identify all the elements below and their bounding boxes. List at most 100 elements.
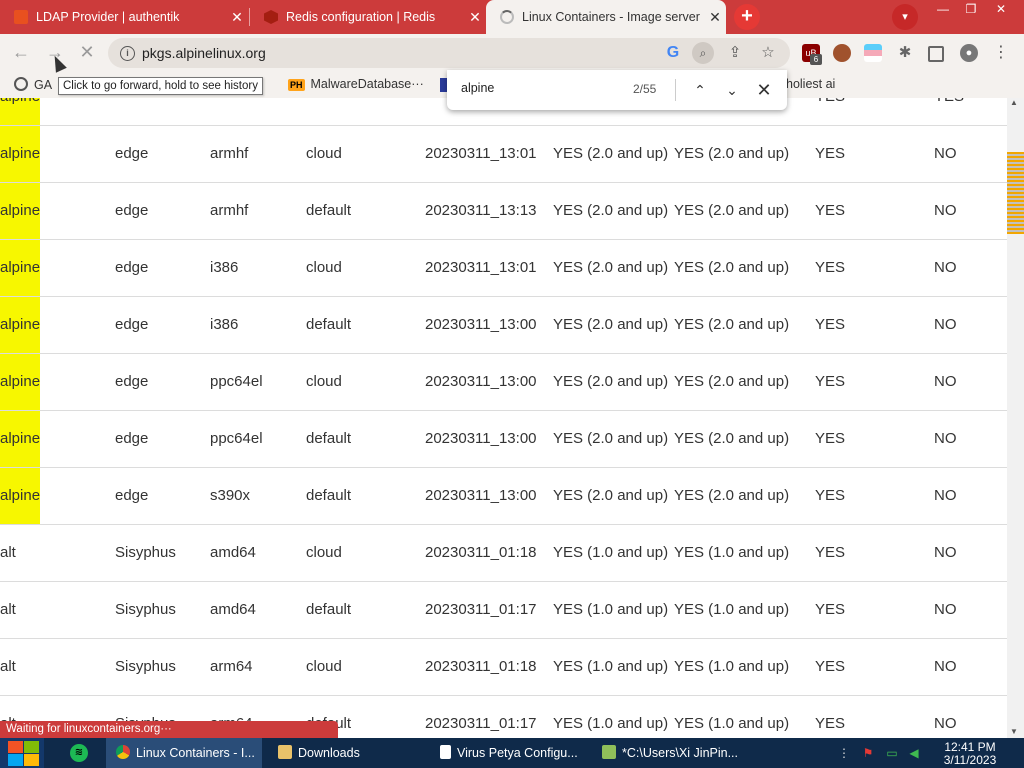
tray-overflow-icon[interactable]: ⋮ bbox=[836, 745, 852, 761]
browser-menu-icon[interactable]: ⋮ bbox=[992, 44, 1010, 62]
container-cell: YES (2.0 and up) bbox=[553, 487, 669, 504]
release-cell: edge bbox=[115, 373, 149, 390]
arch-cell: s390x bbox=[210, 487, 251, 504]
default-cell: NO bbox=[934, 430, 957, 447]
container-cell: YES (2.0 and up) bbox=[553, 145, 669, 162]
build-cell: 20230311_01:18 bbox=[425, 658, 537, 675]
vm-cell: YES (1.0 and up) bbox=[674, 544, 790, 561]
vm-cell: YES (2.0 and up) bbox=[674, 373, 790, 390]
find-previous-button[interactable]: ⌃ bbox=[689, 79, 711, 101]
container-cell: YES (1.0 and up) bbox=[553, 658, 669, 675]
taskbar-virus-petya-window[interactable]: Virus Petya Configu... bbox=[440, 738, 586, 768]
find-icon[interactable]: ⌕ bbox=[692, 42, 714, 64]
network-icon[interactable]: ▭ bbox=[884, 745, 900, 761]
table-row: alt Sisyphus amd64 default 20230311_01:17 YES… bbox=[0, 582, 1007, 639]
profile-avatar-icon[interactable]: ● bbox=[960, 44, 978, 62]
scroll-down-icon[interactable]: ▼ bbox=[1010, 727, 1018, 736]
variant-cell: default bbox=[306, 430, 352, 447]
site-info-icon[interactable]: i bbox=[120, 46, 135, 61]
extension-flag-icon[interactable] bbox=[864, 44, 882, 62]
tab-linux-containers[interactable]: Linux Containers - Image server ✕ bbox=[486, 0, 726, 34]
clock-time[interactable]: 12:41 PM bbox=[941, 740, 999, 754]
taskbar-chrome-window[interactable]: Linux Containers - I... bbox=[106, 738, 262, 768]
container-cell: YES (1.0 and up) bbox=[553, 544, 669, 561]
vm-cell: YES (2.0 and up) bbox=[674, 145, 790, 162]
taskbar-notepad-window[interactable]: *C:\Users\Xi JinPin... bbox=[602, 738, 742, 768]
bookmark-malware-database[interactable]: PH MalwareDatabase··· bbox=[288, 77, 424, 91]
cloud-cell: YES bbox=[815, 259, 846, 276]
vertical-scrollbar[interactable]: ▲ ▼ bbox=[1007, 98, 1024, 738]
tab-close-icon[interactable]: ✕ bbox=[226, 9, 248, 26]
side-panel-icon[interactable] bbox=[928, 46, 944, 62]
find-separator bbox=[675, 79, 676, 101]
find-next-button[interactable]: ⌄ bbox=[721, 79, 743, 101]
arch-cell: ppc64el bbox=[210, 373, 263, 390]
scroll-up-icon[interactable]: ▲ bbox=[1010, 98, 1018, 107]
find-close-button[interactable]: ✕ bbox=[753, 79, 775, 101]
bookmark-star-icon[interactable]: ☆ bbox=[758, 43, 778, 63]
release-cell: edge bbox=[115, 430, 149, 447]
os-cell: alt bbox=[0, 544, 16, 561]
find-match-count: 2/55 bbox=[633, 82, 657, 96]
folder-icon bbox=[278, 745, 292, 759]
ublock-count-badge: 6 bbox=[810, 54, 822, 65]
google-lens-icon[interactable]: G bbox=[663, 43, 683, 63]
clock-date[interactable]: 3/11/2023 bbox=[941, 753, 999, 767]
tab-close-icon[interactable]: ✕ bbox=[704, 9, 726, 26]
arch-cell: i386 bbox=[210, 259, 239, 276]
os-cell: alpine bbox=[0, 240, 41, 296]
default-cell: NO bbox=[934, 373, 957, 390]
os-cell: alt bbox=[0, 658, 16, 675]
find-match-markers bbox=[1007, 152, 1024, 234]
container-cell: YES (1.0 and up) bbox=[553, 601, 669, 618]
tab-close-icon[interactable]: ✕ bbox=[464, 9, 486, 26]
bookmark-ga[interactable]: GA bbox=[14, 77, 52, 92]
cell: YES bbox=[934, 98, 964, 125]
tab-search-button[interactable]: ▾ bbox=[892, 4, 918, 30]
variant-cell: default bbox=[306, 202, 352, 219]
url-text[interactable]: pkgs.alpinelinux.org bbox=[142, 45, 266, 61]
default-cell: NO bbox=[934, 316, 957, 333]
cloud-cell: YES bbox=[815, 145, 846, 162]
vm-cell: YES (1.0 and up) bbox=[674, 715, 790, 732]
variant-cell: cloud bbox=[306, 658, 342, 675]
stop-loading-button[interactable]: ✕ bbox=[76, 42, 98, 64]
cloud-cell: YES bbox=[815, 487, 846, 504]
release-cell: edge bbox=[115, 259, 149, 276]
minimize-button[interactable]: — bbox=[928, 0, 958, 18]
release-cell: Sisyphus bbox=[115, 658, 176, 675]
release-cell: edge bbox=[115, 316, 149, 333]
find-input[interactable]: alpine bbox=[461, 81, 494, 95]
arch-cell: ppc64el bbox=[210, 430, 263, 447]
new-tab-button[interactable]: + bbox=[734, 4, 760, 30]
address-bar[interactable]: i pkgs.alpinelinux.org G ⌕ ⇪ ☆ bbox=[108, 38, 790, 68]
vm-cell: YES (2.0 and up) bbox=[674, 259, 790, 276]
vm-cell: YES (2.0 and up) bbox=[674, 316, 790, 333]
bookmark-holiest-ai[interactable]: holiest ai bbox=[786, 77, 835, 91]
start-button[interactable] bbox=[0, 738, 44, 768]
action-center-flag-icon[interactable]: ⚑ bbox=[860, 745, 876, 761]
bookmark-label: GA bbox=[34, 78, 53, 92]
volume-icon[interactable]: ◀ bbox=[906, 745, 922, 761]
tab-ldap-provider[interactable]: LDAP Provider | authentik ✕ bbox=[0, 0, 248, 34]
build-cell: 20230311_13:01 bbox=[425, 145, 537, 162]
vm-cell: YES (1.0 and up) bbox=[674, 658, 790, 675]
taskbar-downloads-window[interactable]: Downloads bbox=[278, 738, 418, 768]
tab-redis-configuration[interactable]: Redis configuration | Redis ✕ bbox=[250, 0, 486, 34]
table-row: alpine edge armhf cloud 20230311_13:01 YES (2… bbox=[0, 126, 1007, 183]
spotify-icon[interactable]: ≋ bbox=[70, 744, 88, 762]
authentik-favicon-icon bbox=[14, 10, 28, 24]
share-icon[interactable]: ⇪ bbox=[725, 43, 745, 63]
extensions-puzzle-icon[interactable]: ✱ bbox=[896, 44, 914, 62]
build-cell: 20230311_01:17 bbox=[425, 601, 537, 618]
vm-cell: YES (1.0 and up) bbox=[674, 601, 790, 618]
back-button[interactable]: ← bbox=[10, 42, 32, 64]
chrome-icon bbox=[116, 745, 130, 759]
document-icon bbox=[440, 745, 451, 759]
default-cell: NO bbox=[934, 601, 957, 618]
extension-avatar-icon[interactable] bbox=[833, 44, 851, 62]
close-window-button[interactable]: ✕ bbox=[986, 0, 1016, 18]
maximize-button[interactable]: ❐ bbox=[956, 0, 986, 18]
default-cell: NO bbox=[934, 544, 957, 561]
vm-cell: YES (2.0 and up) bbox=[674, 487, 790, 504]
